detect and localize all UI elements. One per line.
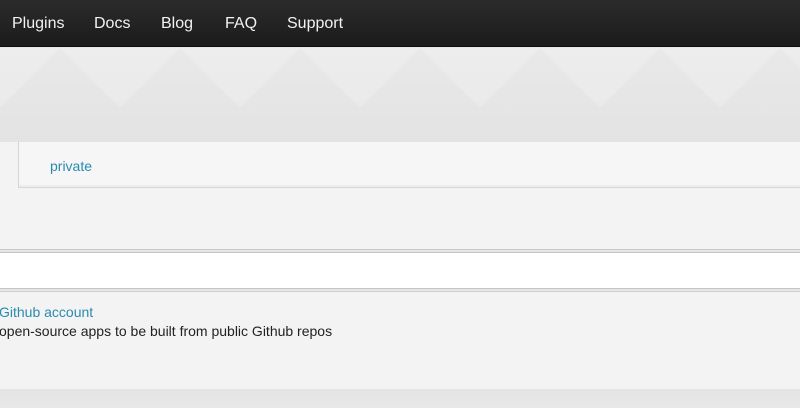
github-account-link[interactable]: Github account xyxy=(0,303,93,321)
tab-strip: private xyxy=(18,142,800,188)
build-options-panel: private xyxy=(0,142,800,250)
info-section: Github account open-source apps to be bu… xyxy=(0,291,800,389)
nav-link-blog[interactable]: Blog xyxy=(161,13,193,35)
nav-link-docs[interactable]: Docs xyxy=(94,13,130,35)
repo-url-input[interactable] xyxy=(0,252,800,289)
nav-link-plugins[interactable]: Plugins xyxy=(12,13,64,35)
nav-link-faq[interactable]: FAQ xyxy=(225,13,257,35)
tab-private[interactable]: private xyxy=(50,157,92,175)
nav-link-support[interactable]: Support xyxy=(287,13,343,35)
top-navigation-bar: Plugins Docs Blog FAQ Support xyxy=(0,0,800,47)
info-description: open-source apps to be built from public… xyxy=(0,323,333,339)
footer-band xyxy=(0,389,800,408)
hero-banner xyxy=(0,48,800,142)
